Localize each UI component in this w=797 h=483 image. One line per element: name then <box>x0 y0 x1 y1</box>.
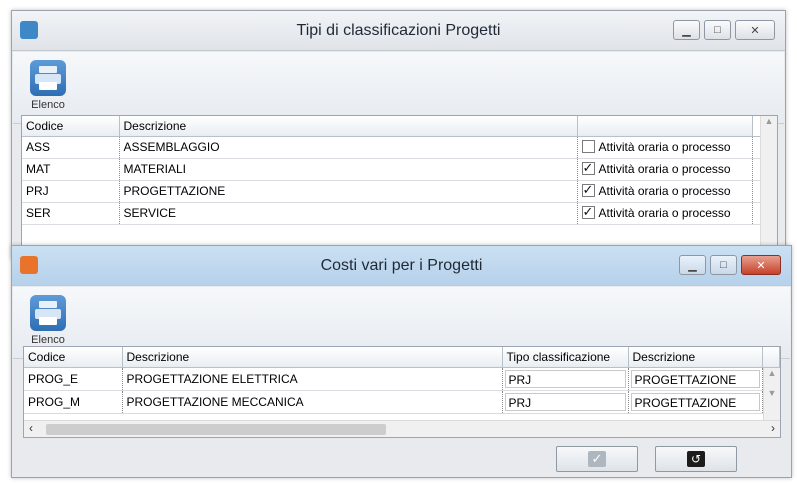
table-row[interactable]: MAT MATERIALI Attività oraria o processo <box>22 158 777 181</box>
window-title: Costi vari per i Progetti <box>320 257 483 274</box>
cell-flag[interactable]: Attività oraria o processo <box>577 202 753 225</box>
confirm-button[interactable]: ✓ <box>556 446 638 472</box>
cell-descrizione[interactable]: SERVICE <box>119 202 578 225</box>
close-button[interactable]: ✕ <box>741 255 781 275</box>
cell-descrizione[interactable]: MATERIALI <box>119 158 578 181</box>
table-row[interactable]: SER SERVICE Attività oraria o processo <box>22 202 777 225</box>
window-title: Tipi di classificazioni Progetti <box>296 22 501 39</box>
elenco-button[interactable]: Elenco <box>23 295 73 346</box>
minimize-button[interactable]: ▁ <box>673 20 700 40</box>
column-header-descrizione[interactable]: Descrizione <box>119 116 578 137</box>
cell-codice[interactable]: PROG_E <box>24 367 123 391</box>
elenco-button[interactable]: Elenco <box>23 60 73 111</box>
checkbox-label: Attività oraria o processo <box>598 140 731 154</box>
cell-descrizione-tipo[interactable]: PROGETTAZIONE <box>628 390 763 414</box>
cell-descrizione[interactable]: PROGETTAZIONE MECCANICA <box>122 390 503 414</box>
elenco-label: Elenco <box>31 99 65 111</box>
cell-tipo[interactable]: PRJ <box>502 367 629 391</box>
cell-flag[interactable]: Attività oraria o processo <box>577 180 753 203</box>
scroll-left-icon[interactable]: ‹ <box>29 421 33 435</box>
costi-grid[interactable]: Codice Descrizione Tipo classificazione … <box>23 346 781 438</box>
cell-codice[interactable]: PRJ <box>22 180 120 203</box>
column-header-spacer <box>762 347 780 368</box>
cell-codice[interactable]: MAT <box>22 158 120 181</box>
cell-descrizione[interactable]: PROGETTAZIONE <box>119 180 578 203</box>
scroll-thumb[interactable] <box>46 424 386 435</box>
check-icon: ✓ <box>588 451 606 467</box>
close-button[interactable]: ✕ <box>735 20 775 40</box>
elenco-label: Elenco <box>31 334 65 346</box>
maximize-button[interactable]: □ <box>710 255 737 275</box>
checkbox-checked[interactable] <box>581 182 595 198</box>
table-row[interactable]: PRJ PROGETTAZIONE Attività oraria o proc… <box>22 180 777 203</box>
descrizione-tipo-field[interactable]: PROGETTAZIONE <box>630 369 760 388</box>
table-row[interactable]: PROG_M PROGETTAZIONE MECCANICA PRJ PROGE… <box>24 390 780 414</box>
toolbar: Elenco <box>13 52 784 124</box>
column-header-tipo-classificazione[interactable]: Tipo classificazione <box>502 347 629 368</box>
cell-codice[interactable]: PROG_M <box>24 390 123 414</box>
vertical-scrollbar[interactable]: ▲ <box>760 116 777 254</box>
horizontal-scrollbar[interactable]: ‹ › <box>24 420 780 437</box>
cell-descrizione[interactable]: PROGETTAZIONE ELETTRICA <box>122 367 503 391</box>
classificazioni-grid[interactable]: Codice Descrizione ASS ASSEMBLAGGIO Atti… <box>21 115 778 255</box>
cell-codice[interactable]: ASS <box>22 136 120 159</box>
undo-button[interactable]: ↺ <box>655 446 737 472</box>
descrizione-tipo-field[interactable]: PROGETTAZIONE <box>630 392 760 411</box>
cell-flag[interactable]: Attività oraria o processo <box>577 136 753 159</box>
tipo-field[interactable]: PRJ <box>504 392 626 411</box>
undo-icon: ↺ <box>687 451 705 467</box>
checkbox-label: Attività oraria o processo <box>598 162 731 176</box>
minimize-button[interactable]: ▁ <box>679 255 706 275</box>
printer-icon <box>30 295 66 331</box>
column-header-descrizione-tipo[interactable]: Descrizione <box>628 347 763 368</box>
checkbox[interactable] <box>581 140 595 153</box>
maximize-button[interactable]: □ <box>704 20 731 40</box>
title-bar[interactable]: Tipi di classificazioni Progetti ▁ □ ✕ <box>12 11 785 51</box>
tipo-field[interactable]: PRJ <box>504 369 626 388</box>
table-row[interactable]: PROG_E PROGETTAZIONE ELETTRICA PRJ PROGE… <box>24 367 780 391</box>
scroll-right-icon[interactable]: › <box>771 421 775 435</box>
table-row[interactable]: ASS ASSEMBLAGGIO Attività oraria o proce… <box>22 136 777 159</box>
column-header-codice[interactable]: Codice <box>22 116 120 137</box>
checkbox-checked[interactable] <box>581 204 595 220</box>
cell-flag[interactable]: Attività oraria o processo <box>577 158 753 181</box>
column-header-codice[interactable]: Codice <box>24 347 123 368</box>
title-bar[interactable]: Costi vari per i Progetti ▁ □ ✕ <box>12 246 791 286</box>
column-header-flag[interactable] <box>577 116 753 137</box>
cell-codice[interactable]: SER <box>22 202 120 225</box>
cell-descrizione[interactable]: ASSEMBLAGGIO <box>119 136 578 159</box>
window-tipi-classificazioni: Tipi di classificazioni Progetti ▁ □ ✕ E… <box>11 10 786 260</box>
checkbox-checked[interactable] <box>581 160 595 176</box>
printer-icon <box>30 60 66 96</box>
column-header-descrizione[interactable]: Descrizione <box>122 347 503 368</box>
checkbox-label: Attività oraria o processo <box>598 184 731 198</box>
checkbox-label: Attività oraria o processo <box>598 206 731 220</box>
cell-descrizione-tipo[interactable]: PROGETTAZIONE <box>628 367 763 391</box>
cell-tipo[interactable]: PRJ <box>502 390 629 414</box>
window-costi-vari: Costi vari per i Progetti ▁ □ ✕ Elenco C… <box>11 245 792 478</box>
